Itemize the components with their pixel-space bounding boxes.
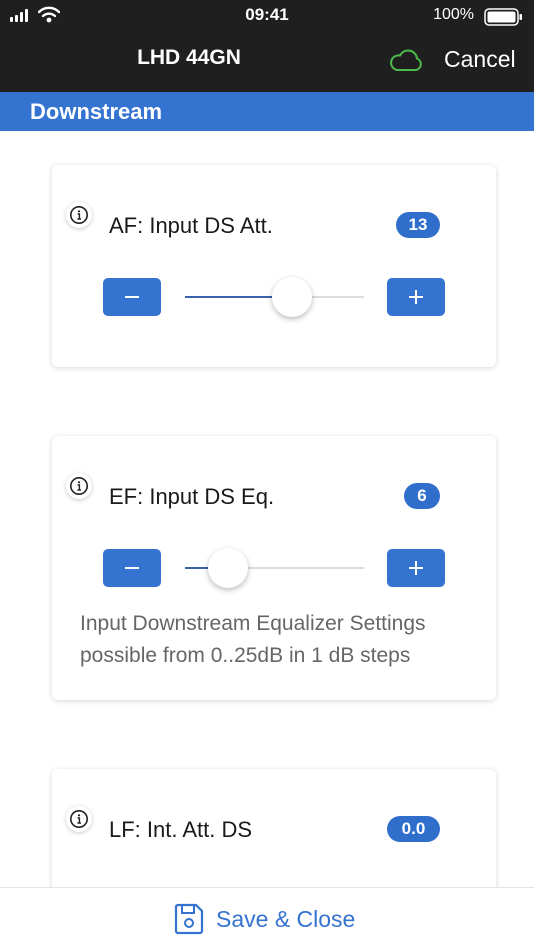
save-close-button[interactable]: Save & Close bbox=[174, 902, 355, 936]
slider-thumb[interactable] bbox=[207, 548, 248, 588]
decrement-button[interactable] bbox=[103, 549, 161, 587]
battery-percent: 100% bbox=[433, 6, 474, 23]
plus-icon bbox=[409, 290, 423, 304]
info-icon bbox=[70, 206, 88, 224]
increment-button[interactable] bbox=[387, 278, 445, 316]
save-icon bbox=[174, 903, 204, 935]
section-header: Downstream bbox=[0, 92, 534, 131]
value-badge: 6 bbox=[404, 483, 440, 509]
save-close-label: Save & Close bbox=[216, 905, 356, 932]
battery-icon bbox=[484, 8, 522, 26]
bottom-bar: Save & Close bbox=[0, 887, 534, 951]
info-button[interactable] bbox=[66, 473, 92, 499]
minus-icon bbox=[125, 567, 139, 569]
setting-label: LF: Int. Att. DS bbox=[109, 817, 253, 842]
minus-icon bbox=[125, 296, 139, 298]
info-button[interactable] bbox=[66, 202, 92, 228]
setting-card: LF: Int. Att. DS 0.0 bbox=[52, 769, 496, 894]
setting-label: AF: Input DS Att. bbox=[109, 213, 273, 238]
value-badge: 13 bbox=[396, 212, 440, 238]
cloud-icon[interactable] bbox=[388, 46, 424, 74]
top-bar: 09:41 100% LHD 44GN Cancel bbox=[0, 0, 534, 92]
section-title: Downstream bbox=[30, 99, 163, 124]
slider-thumb[interactable] bbox=[272, 277, 313, 317]
setting-label: EF: Input DS Eq. bbox=[109, 484, 275, 509]
setting-card: AF: Input DS Att. 13 bbox=[52, 165, 496, 367]
info-icon bbox=[70, 810, 88, 828]
plus-icon bbox=[409, 561, 423, 575]
setting-description: Input Downstream Equalizer Settings poss… bbox=[80, 612, 426, 667]
cancel-button[interactable]: Cancel bbox=[444, 46, 516, 73]
info-button[interactable] bbox=[66, 806, 92, 832]
decrement-button[interactable] bbox=[103, 278, 161, 316]
status-bar: 09:41 100% bbox=[0, 0, 534, 30]
value-badge: 0.0 bbox=[387, 816, 440, 842]
setting-card: EF: Input DS Eq. 6 Input Downstream Equa… bbox=[52, 436, 496, 700]
page-title: LHD 44GN bbox=[137, 46, 241, 69]
increment-button[interactable] bbox=[387, 549, 445, 587]
info-icon bbox=[70, 477, 88, 495]
